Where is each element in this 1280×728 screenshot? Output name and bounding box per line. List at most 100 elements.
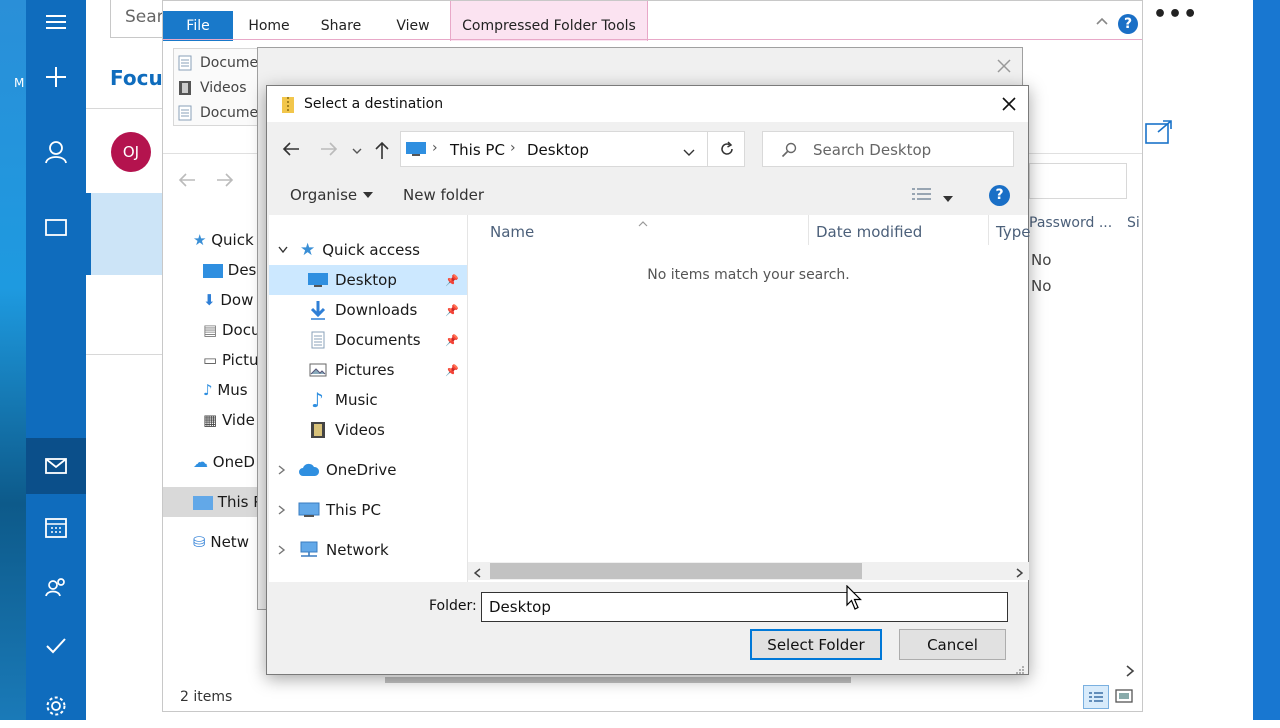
recent-item[interactable]: Documen (178, 105, 267, 121)
hamburger-menu-icon[interactable] (26, 0, 86, 44)
nav-label: OneD (212, 453, 255, 471)
forward-arrow-icon[interactable] (215, 171, 235, 193)
select-destination-dialog: Select a destination › This PC › Desktop (266, 85, 1030, 675)
tab-compressed-folder-tools[interactable]: Compressed Folder Tools (450, 1, 648, 41)
horizontal-scrollbar[interactable] (468, 562, 1029, 580)
breadcrumb-separator-icon[interactable]: › (510, 140, 516, 156)
new-mail-plus-icon[interactable] (26, 55, 86, 99)
nav-documents[interactable]: Documents 📌 (269, 325, 467, 355)
mail-app-rail (26, 0, 86, 720)
collapse-ribbon-chevron-icon[interactable] (1095, 15, 1109, 30)
calendar-icon[interactable] (26, 505, 86, 549)
back-arrow-icon[interactable] (177, 171, 197, 193)
breadcrumb-separator-icon[interactable]: › (432, 140, 438, 156)
close-icon[interactable] (996, 58, 1012, 78)
large-icons-view-icon[interactable] (1115, 688, 1133, 708)
help-icon[interactable]: ? (989, 185, 1010, 206)
people-icon[interactable] (26, 565, 86, 609)
nav-videos[interactable]: ▦ Vide (203, 411, 255, 429)
desktop-icon (308, 273, 328, 287)
nav-network[interactable]: ⛁ Netw (193, 533, 249, 551)
nav-documents[interactable]: ▤ Docu (203, 321, 260, 339)
nav-label: Mus (217, 381, 248, 399)
nav-label: This P (217, 493, 263, 511)
popout-icon[interactable] (1144, 118, 1174, 150)
avatar-initials: OJ (122, 143, 140, 161)
nav-videos[interactable]: Videos (269, 415, 467, 445)
nav-downloads[interactable]: Downloads 📌 (269, 295, 467, 325)
nav-music[interactable]: ♪ Mus (203, 381, 248, 399)
select-folder-button[interactable]: Select Folder (750, 629, 882, 660)
nav-quick-access[interactable]: ★ Quick access (269, 235, 467, 265)
status-item-count: 2 items (180, 689, 233, 705)
address-bar[interactable]: › This PC › Desktop (400, 131, 745, 167)
scroll-right-arrow-icon[interactable] (1015, 566, 1024, 582)
view-dropdown-icon[interactable] (943, 190, 953, 206)
column-header-type[interactable]: Type (996, 223, 1030, 241)
pictures-icon (309, 363, 327, 377)
expand-chevron-down-icon[interactable] (278, 246, 288, 254)
dialog-content-pane: Name Date modified Type No items match y… (467, 215, 1030, 582)
organise-menu-button[interactable]: Organise (290, 186, 374, 204)
folder-icon[interactable] (26, 205, 86, 249)
tab-share[interactable]: Share (313, 11, 369, 41)
nav-network[interactable]: Network (269, 535, 467, 565)
folder-input[interactable]: Desktop (481, 592, 1008, 622)
recent-locations-chevron-icon[interactable] (352, 143, 362, 159)
forward-arrow-icon[interactable] (319, 140, 339, 162)
mail-search-input[interactable]: Sear (110, 0, 170, 38)
expand-chevron-right-icon[interactable] (278, 465, 286, 475)
new-folder-button[interactable]: New folder (403, 186, 484, 204)
nav-onedrive[interactable]: OneDrive (269, 455, 467, 485)
explorer-hscroll-thumb[interactable] (385, 677, 851, 683)
scrollbar-thumb[interactable] (490, 563, 862, 579)
account-icon[interactable] (26, 130, 86, 174)
selected-message-row[interactable] (86, 193, 163, 275)
nav-downloads[interactable]: ⬇ Dow (203, 291, 253, 309)
scroll-left-arrow-icon[interactable] (473, 566, 482, 582)
tab-file[interactable]: File (163, 11, 233, 41)
music-note-icon: ♪ (311, 388, 324, 412)
help-icon[interactable]: ? (1118, 14, 1138, 34)
expand-chevron-right-icon[interactable] (278, 505, 286, 515)
scroll-right-arrow-icon[interactable] (1125, 665, 1135, 681)
breadcrumb-desktop[interactable]: Desktop (527, 141, 589, 159)
recent-item[interactable]: Documen (178, 55, 267, 71)
nav-desktop-selected[interactable]: Desktop 📌 (269, 265, 467, 295)
column-header-password[interactable]: Password ... (1029, 215, 1112, 231)
tab-view[interactable]: View (385, 11, 441, 41)
nav-onedrive[interactable]: ☁ OneD (193, 453, 255, 471)
column-header-date-modified[interactable]: Date modified (816, 223, 922, 241)
up-arrow-icon[interactable] (373, 140, 391, 164)
back-arrow-icon[interactable] (281, 140, 301, 162)
breadcrumb-this-pc[interactable]: This PC (450, 141, 505, 159)
nav-pictures[interactable]: Pictures 📌 (269, 355, 467, 385)
nav-thispc[interactable]: This PC (269, 495, 467, 525)
view-options-icon[interactable] (911, 187, 933, 205)
nav-quick-access[interactable]: ★ Quick (193, 231, 254, 249)
search-icon (781, 142, 797, 162)
dialog-close-icon[interactable] (1001, 96, 1017, 116)
recent-item[interactable]: Videos (178, 80, 247, 96)
divider (86, 108, 163, 109)
nav-thispc[interactable]: This P (193, 493, 262, 511)
ribbon-divider (163, 39, 1142, 40)
todo-check-icon[interactable] (26, 624, 86, 668)
refresh-icon[interactable] (719, 141, 735, 161)
expand-chevron-right-icon[interactable] (278, 545, 286, 555)
column-header-name[interactable]: Name (490, 223, 534, 241)
mail-icon[interactable] (26, 438, 86, 494)
nav-music[interactable]: ♪ Music (269, 385, 467, 415)
resize-grip-icon[interactable] (1015, 663, 1025, 679)
cancel-button[interactable]: Cancel (899, 629, 1006, 660)
search-desktop-input[interactable]: Search Desktop (762, 131, 1014, 167)
more-options-icon[interactable]: ••• (1153, 2, 1198, 27)
tab-home[interactable]: Home (239, 11, 299, 41)
column-header-size[interactable]: Si (1127, 215, 1140, 231)
settings-gear-icon[interactable] (26, 684, 86, 728)
nav-desktop[interactable]: Desk (203, 261, 265, 279)
explorer-search-box[interactable] (1029, 163, 1127, 199)
address-history-chevron-icon[interactable] (683, 145, 695, 161)
details-view-icon[interactable] (1083, 685, 1109, 709)
nav-pictures[interactable]: ▭ Pictu (203, 351, 259, 369)
